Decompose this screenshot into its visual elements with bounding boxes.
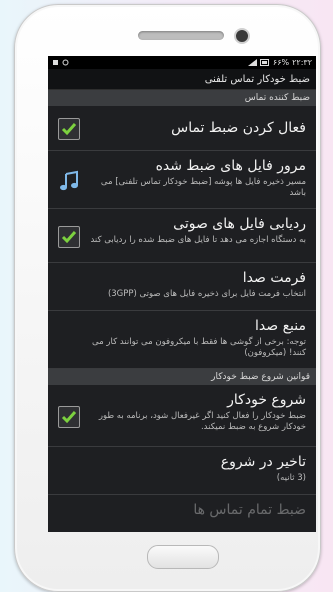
app-screen: ۲۲:۳۲ ۶۶% ضبط خودکار تماس تلفنی ضبط کنند… (48, 56, 316, 532)
phone-frame: ۲۲:۳۲ ۶۶% ضبط خودکار تماس تلفنی ضبط کنند… (14, 4, 321, 592)
home-button[interactable] (147, 545, 219, 569)
pref-record-all-calls[interactable]: ضبط تمام تماس ها (48, 495, 316, 532)
battery-icon (259, 59, 269, 66)
pref-audio-format[interactable]: فرمت صدا انتخاب فرمت فایل برای ذخیره فای… (48, 263, 316, 311)
pref-track-audio-files[interactable]: ردیابی فایل های صوتی به دستگاه اجازه می … (48, 209, 316, 263)
auto-start-checkbox[interactable] (58, 405, 80, 428)
pref-summary: توجه: برخی از گوشی ها فقط با میکروفون می… (92, 337, 306, 358)
pref-title: تاخیر در شروع (220, 454, 306, 470)
sync-icon (62, 59, 69, 66)
status-left (52, 59, 69, 66)
pref-audio-source[interactable]: منبع صدا توجه: برخی از گوشی ها فقط با می… (48, 311, 316, 369)
section-header-label: قوانین شروع ضبط خودکار (211, 372, 310, 382)
music-note-icon (60, 170, 78, 190)
speaker-grille (138, 31, 224, 40)
pref-summary: مسیر ذخیره فایل ها پوشه [ضبط خودکار تماس… (100, 177, 306, 198)
pref-title: فعال کردن ضبط تماس (171, 120, 306, 136)
pref-auto-start[interactable]: شروع خودکار ضبط خودکار را فعال کنید اگر … (48, 385, 316, 447)
pref-summary: انتخاب فرمت فایل برای ذخیره فایل های صوت… (107, 289, 306, 299)
page-title: ضبط خودکار تماس تلفنی (204, 73, 310, 85)
pref-title: ردیابی فایل های صوتی (173, 216, 306, 232)
battery-text: ۶۶% (272, 58, 290, 67)
status-right: ۲۲:۳۲ ۶۶% (247, 58, 312, 67)
section-header-label: ضبط کننده تماس (244, 93, 310, 103)
section-header-recorder: ضبط کننده تماس (48, 90, 316, 106)
pref-title: شروع خودکار (227, 392, 306, 408)
pref-title: منبع صدا (255, 318, 306, 334)
notification-icon (53, 60, 58, 65)
checkmark-icon (61, 230, 77, 243)
pref-start-delay[interactable]: تاخیر در شروع (3 ثانیه) (48, 447, 316, 495)
status-bar: ۲۲:۳۲ ۶۶% (48, 56, 316, 69)
time-text: ۲۲:۳۲ (292, 58, 312, 67)
pref-enable-recording[interactable]: فعال کردن ضبط تماس (48, 106, 316, 151)
checkmark-icon (61, 123, 77, 136)
checkmark-icon (61, 410, 77, 423)
pref-title: مرور فایل های ضبط شده (155, 158, 306, 174)
pref-title: فرمت صدا (242, 270, 306, 286)
section-header-auto-rules: قوانین شروع ضبط خودکار (48, 369, 316, 385)
enable-recording-checkbox[interactable] (58, 118, 80, 140)
pref-browse-files[interactable]: مرور فایل های ضبط شده مسیر ذخیره فایل ها… (48, 151, 316, 209)
pref-summary: به دستگاه اجازه می دهد تا فایل های ضبط ش… (90, 235, 306, 245)
front-camera (234, 28, 250, 44)
pref-summary: ضبط خودکار را فعال کنید اگر غیرفعال شود،… (98, 411, 306, 432)
pref-title: ضبط تمام تماس ها (193, 502, 306, 518)
track-audio-checkbox[interactable] (58, 225, 80, 248)
action-bar: ضبط خودکار تماس تلفنی (48, 69, 316, 90)
pref-summary: (3 ثانیه) (276, 473, 306, 483)
signal-icon (247, 59, 257, 66)
